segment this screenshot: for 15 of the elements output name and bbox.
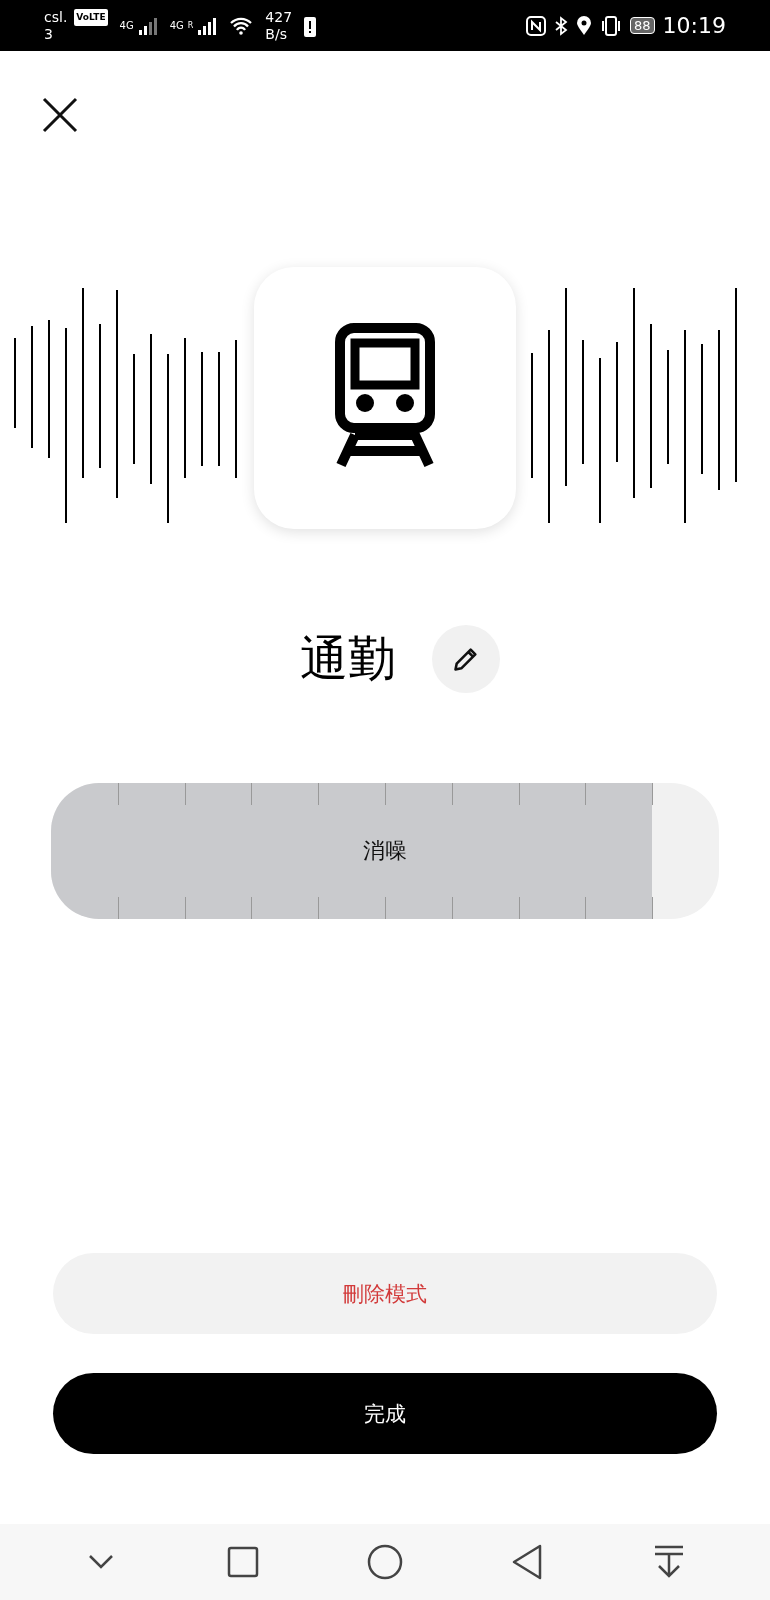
- done-button[interactable]: 完成: [53, 1373, 717, 1454]
- network-text: 4G: [169, 20, 184, 31]
- clock-text: 10:19: [662, 13, 726, 38]
- roaming-text: R: [187, 21, 194, 30]
- delete-button[interactable]: 刪除模式: [53, 1253, 717, 1334]
- volte-badge: VoLTE: [74, 8, 108, 26]
- carrier-text: 3: [44, 25, 54, 43]
- noise-slider[interactable]: 消噪: [51, 783, 719, 919]
- slider-label: 消噪: [363, 837, 407, 865]
- carrier-text: csl.: [44, 8, 68, 26]
- speed-text: 427: [265, 8, 293, 26]
- network-text: 4G: [119, 20, 134, 31]
- speed-unit-text: B/s: [265, 25, 288, 43]
- battery-icon: 88: [630, 17, 655, 34]
- mode-title: 通勤: [300, 629, 396, 688]
